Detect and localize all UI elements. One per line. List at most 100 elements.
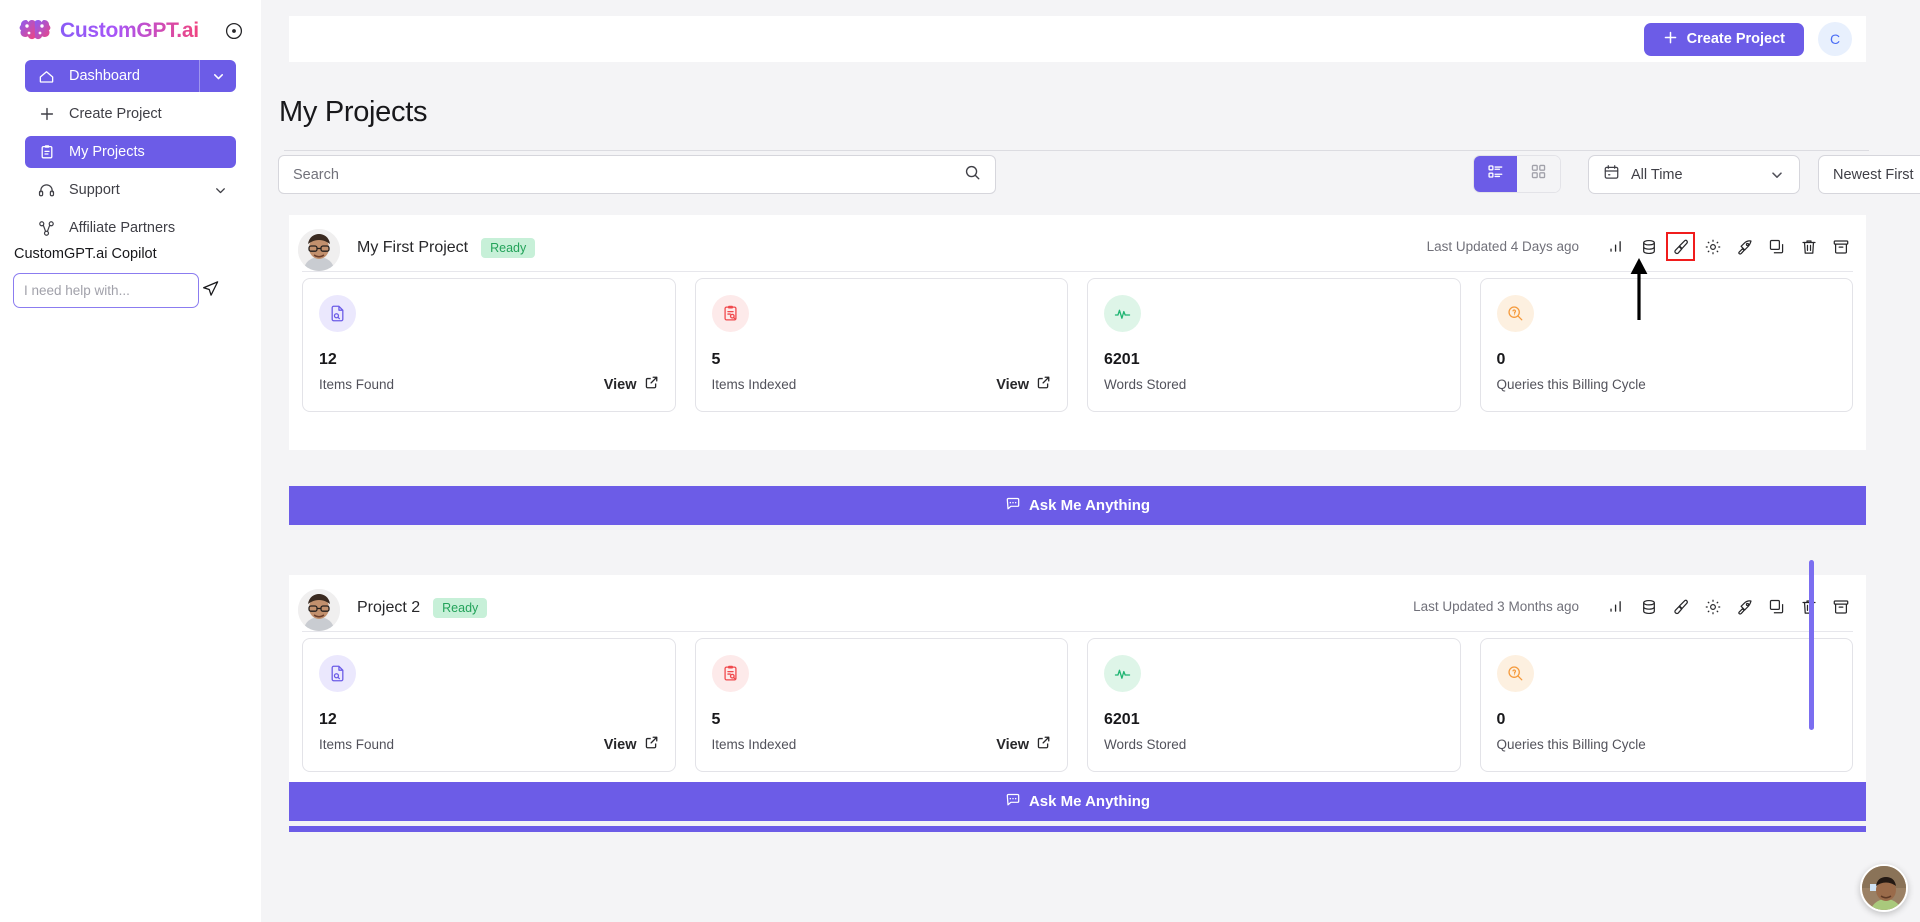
status-badge: Ready bbox=[433, 598, 488, 618]
vertical-scrollbar-thumb[interactable] bbox=[1809, 560, 1814, 730]
settings-gear-icon[interactable] bbox=[1703, 597, 1722, 616]
send-plane-icon[interactable] bbox=[201, 279, 220, 303]
brand-name: CustomGPT.ai bbox=[60, 19, 199, 42]
analytics-bar-chart-icon[interactable] bbox=[1607, 237, 1626, 256]
project-name: My First Project bbox=[357, 239, 469, 256]
database-icon[interactable] bbox=[1639, 237, 1658, 256]
stat-view-link[interactable]: View bbox=[996, 375, 1051, 394]
stat-view-link[interactable]: View bbox=[604, 375, 659, 394]
sidebar-item-label: Dashboard bbox=[69, 68, 140, 84]
external-link-icon bbox=[644, 735, 659, 754]
sidebar-item-create-project[interactable]: Create Project bbox=[25, 98, 236, 130]
stat-card-items-found[interactable]: 12 Items Found View bbox=[302, 638, 676, 772]
sidebar-item-dashboard[interactable]: Dashboard bbox=[25, 60, 236, 92]
grid-view-icon bbox=[1530, 163, 1547, 185]
create-project-label: Create Project bbox=[1686, 31, 1785, 47]
support-chat-widget[interactable] bbox=[1860, 864, 1908, 912]
user-avatar[interactable]: C bbox=[1818, 22, 1852, 56]
delete-trash-icon[interactable] bbox=[1799, 237, 1818, 256]
stat-card-queries[interactable]: 0 Queries this Billing Cycle bbox=[1479, 638, 1853, 772]
copilot-title: CustomGPT.ai Copilot bbox=[14, 246, 157, 262]
avatar-initial: C bbox=[1829, 31, 1841, 47]
rocket-deploy-icon[interactable] bbox=[1735, 597, 1754, 616]
sidebar-item-label: Support bbox=[69, 182, 120, 198]
stat-value: 5 bbox=[711, 351, 721, 368]
stat-view-link[interactable]: View bbox=[996, 735, 1051, 754]
analytics-bar-chart-icon[interactable] bbox=[1607, 597, 1626, 616]
project-card[interactable]: My First Project Ready Last Updated 4 Da… bbox=[289, 215, 1866, 450]
ask-me-anything-button[interactable]: Ask Me Anything bbox=[289, 782, 1866, 821]
activity-pulse-icon bbox=[1104, 295, 1141, 332]
sidebar-item-label: Affiliate Partners bbox=[69, 220, 176, 236]
ask-me-anything-button[interactable]: Ask Me Anything bbox=[289, 486, 1866, 525]
sort-filter-select[interactable]: Newest First bbox=[1818, 155, 1920, 194]
view-toggle[interactable] bbox=[1473, 155, 1561, 193]
project-header-divider bbox=[302, 271, 1853, 272]
archive-box-icon[interactable] bbox=[1831, 237, 1850, 256]
headset-icon bbox=[38, 182, 55, 199]
stat-value: 12 bbox=[319, 711, 337, 728]
view-label: View bbox=[603, 376, 637, 393]
plus-icon bbox=[1663, 30, 1678, 49]
search-box[interactable] bbox=[278, 155, 996, 194]
view-toggle-list[interactable] bbox=[1474, 156, 1517, 192]
search-icon[interactable] bbox=[964, 164, 981, 186]
support-chevron-down-icon[interactable] bbox=[213, 183, 228, 198]
paintbrush-icon[interactable] bbox=[1671, 597, 1690, 616]
external-link-icon bbox=[1036, 735, 1051, 754]
stat-value: 0 bbox=[1496, 711, 1506, 728]
stat-label: Items Found bbox=[319, 377, 395, 392]
view-toggle-grid[interactable] bbox=[1517, 156, 1560, 192]
duplicate-copy-icon[interactable] bbox=[1767, 597, 1786, 616]
date-filter-select[interactable]: All Time bbox=[1588, 155, 1800, 194]
stat-card-items-found[interactable]: 12 Items Found View bbox=[302, 278, 676, 412]
stat-value: 6201 bbox=[1104, 711, 1140, 728]
share-nodes-icon bbox=[38, 220, 55, 237]
sidebar-item-affiliate-partners[interactable]: Affiliate Partners bbox=[25, 212, 236, 244]
home-icon bbox=[38, 68, 55, 85]
view-label: View bbox=[603, 736, 637, 753]
stat-label: Items Found bbox=[319, 737, 395, 752]
stat-value: 12 bbox=[319, 351, 337, 368]
stat-card-items-indexed[interactable]: 5 Items Indexed View bbox=[694, 638, 1068, 772]
stat-view-link[interactable]: View bbox=[604, 735, 659, 754]
create-project-button[interactable]: Create Project bbox=[1643, 22, 1804, 56]
duplicate-copy-icon[interactable] bbox=[1767, 237, 1786, 256]
paintbrush-icon[interactable] bbox=[1666, 232, 1695, 261]
info-circle-icon[interactable] bbox=[225, 22, 243, 40]
copilot-input-wrap[interactable] bbox=[13, 273, 219, 308]
project-title-group: My First Project Ready bbox=[357, 238, 536, 258]
view-label: View bbox=[996, 376, 1029, 393]
sidebar-item-my-projects[interactable]: My Projects bbox=[25, 136, 236, 168]
plus-icon bbox=[38, 106, 55, 123]
header-divider bbox=[284, 150, 1869, 151]
next-project-card-partial[interactable] bbox=[289, 826, 1866, 832]
stat-label: Items Indexed bbox=[711, 737, 797, 752]
page-title: My Projects bbox=[279, 96, 428, 128]
project-stats-row: 12 Items Found View 5 Items Indexed View… bbox=[302, 278, 1853, 412]
chevron-down-icon[interactable] bbox=[1769, 167, 1785, 183]
stat-card-queries[interactable]: 0 Queries this Billing Cycle bbox=[1479, 278, 1853, 412]
external-link-icon bbox=[1036, 375, 1051, 394]
sidebar: CustomGPT.ai Dashboard Create Project My… bbox=[0, 0, 261, 922]
sidebar-item-support[interactable]: Support bbox=[25, 174, 236, 206]
dashboard-chevron-down-icon[interactable] bbox=[199, 60, 236, 92]
stat-card-words-stored[interactable]: 6201 Words Stored bbox=[1087, 638, 1461, 772]
sort-filter-value: Newest First bbox=[1833, 166, 1914, 183]
external-link-icon bbox=[644, 375, 659, 394]
sidebar-item-label: Create Project bbox=[69, 106, 162, 122]
database-icon[interactable] bbox=[1639, 597, 1658, 616]
dashboard-main[interactable]: Dashboard bbox=[25, 60, 199, 92]
stat-card-items-indexed[interactable]: 5 Items Indexed View bbox=[694, 278, 1068, 412]
copilot-input[interactable] bbox=[24, 283, 201, 298]
project-title-group: Project 2 Ready bbox=[357, 598, 488, 618]
project-card[interactable]: Project 2 Ready Last Updated 3 Months ag… bbox=[289, 575, 1866, 810]
stat-label: Words Stored bbox=[1104, 737, 1187, 752]
project-updated: Last Updated 3 Months ago bbox=[1413, 599, 1579, 614]
rocket-deploy-icon[interactable] bbox=[1735, 237, 1754, 256]
stat-card-words-stored[interactable]: 6201 Words Stored bbox=[1087, 278, 1461, 412]
settings-gear-icon[interactable] bbox=[1703, 237, 1722, 256]
file-search-icon bbox=[319, 655, 356, 692]
search-input[interactable] bbox=[293, 166, 964, 183]
archive-box-icon[interactable] bbox=[1831, 597, 1850, 616]
